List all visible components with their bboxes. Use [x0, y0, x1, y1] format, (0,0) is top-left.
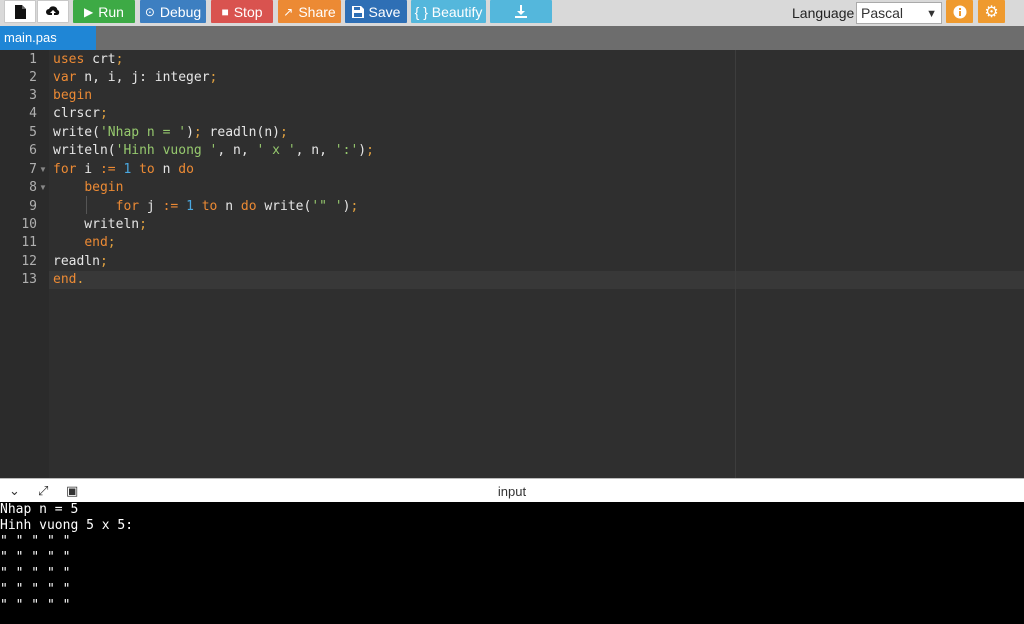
language-label: Language: [792, 5, 855, 21]
stop-label: Stop: [233, 3, 263, 20]
toolbar: ▶ Run ⊙ Debug ■ Stop ↗ Share Save { } Be…: [0, 0, 1024, 26]
settings-button[interactable]: ⚙: [978, 0, 1005, 23]
output-line: Hinh vuong 5 x 5:: [0, 518, 134, 533]
floppy-icon: [351, 5, 364, 18]
share-icon: ↗: [283, 4, 294, 19]
code-line: end.: [53, 272, 85, 287]
line-number: 8: [29, 180, 37, 195]
info-button[interactable]: [946, 0, 973, 23]
line-number: 13: [21, 272, 37, 287]
info-icon: [953, 5, 966, 18]
console-header: ⌄ ⤢ ▣ input: [0, 478, 1024, 502]
line-number: 9: [29, 199, 37, 214]
fold-arrow-icon[interactable]: ▼: [39, 161, 47, 179]
beautify-label: { } Beautify: [414, 3, 483, 20]
line-number: 1: [29, 52, 37, 67]
share-label: Share: [298, 3, 336, 20]
active-line-highlight: [49, 271, 1024, 289]
download-icon: [515, 5, 527, 18]
line-number: 10: [21, 217, 37, 232]
gear-icon: ⚙: [984, 3, 999, 21]
code-line: for j := 1 to n do write('" ');: [115, 199, 359, 214]
output-line: Nhap n = 5: [0, 502, 79, 517]
debug-icon: ⊙: [144, 4, 155, 19]
line-number: 3: [29, 88, 37, 103]
line-number: 12: [21, 254, 37, 269]
upload-icon: [46, 5, 60, 18]
line-number: 7: [29, 162, 37, 177]
line-number: 4: [29, 106, 37, 121]
code-editor[interactable]: 1 2 3 4 5 6 7 8 9 10 11 12 13 ▼ ▼ uses c…: [0, 50, 1024, 478]
code-line: for i := 1 to n do: [53, 162, 194, 177]
file-icon: [15, 4, 26, 19]
code-line: begin: [53, 88, 93, 103]
code-line: uses crt;: [53, 52, 124, 67]
output-line: " " " " ": [0, 550, 71, 565]
save-button[interactable]: Save: [345, 0, 407, 23]
code-line: writeln('Hinh vuong ', n, ' x ', n, ':')…: [53, 143, 374, 158]
code-line: readln;: [53, 254, 108, 269]
download-button[interactable]: [490, 0, 552, 23]
run-label: Run: [98, 3, 124, 20]
line-number: 11: [21, 235, 37, 250]
language-select[interactable]: Pascal ▼: [856, 2, 942, 24]
code-line: write('Nhap n = '); readln(n);: [53, 125, 288, 140]
tab-bar: [0, 26, 1024, 50]
stop-button[interactable]: ■ Stop: [211, 0, 273, 23]
line-number: 2: [29, 70, 37, 85]
beautify-button[interactable]: { } Beautify: [411, 0, 486, 23]
output-line: " " " " ": [0, 566, 71, 581]
debug-button[interactable]: ⊙ Debug: [140, 0, 206, 23]
output-line: " " " " ": [0, 598, 71, 613]
code-line: end;: [84, 235, 116, 250]
code-line: begin: [84, 180, 124, 195]
tab-main-pas[interactable]: main.pas: [0, 26, 96, 50]
line-number: 6: [29, 143, 37, 158]
upload-button[interactable]: [37, 0, 69, 23]
new-file-button[interactable]: [4, 0, 36, 23]
fold-arrow-icon[interactable]: ▼: [39, 179, 47, 197]
line-number: 5: [29, 125, 37, 140]
code-line: writeln;: [53, 217, 147, 232]
debug-label: Debug: [159, 3, 202, 20]
print-margin: [735, 50, 736, 478]
share-button[interactable]: ↗ Share: [278, 0, 341, 23]
save-label: Save: [368, 3, 401, 20]
console-title: input: [497, 484, 527, 499]
tab-label: main.pas: [4, 30, 57, 45]
output-line: " " " " ": [0, 582, 71, 597]
console-output[interactable]: Nhap n = 5 Hinh vuong 5 x 5: " " " " " "…: [0, 502, 1024, 624]
run-button[interactable]: ▶ Run: [73, 0, 135, 23]
code-line: var n, i, j: integer;: [53, 70, 218, 85]
chevron-down-icon: ▼: [926, 8, 937, 20]
output-line: " " " " ": [0, 534, 71, 549]
play-icon: ▶: [84, 4, 94, 19]
code-line: clrscr;: [53, 106, 108, 121]
stop-icon: ■: [221, 4, 229, 19]
language-value: Pascal: [861, 5, 904, 21]
